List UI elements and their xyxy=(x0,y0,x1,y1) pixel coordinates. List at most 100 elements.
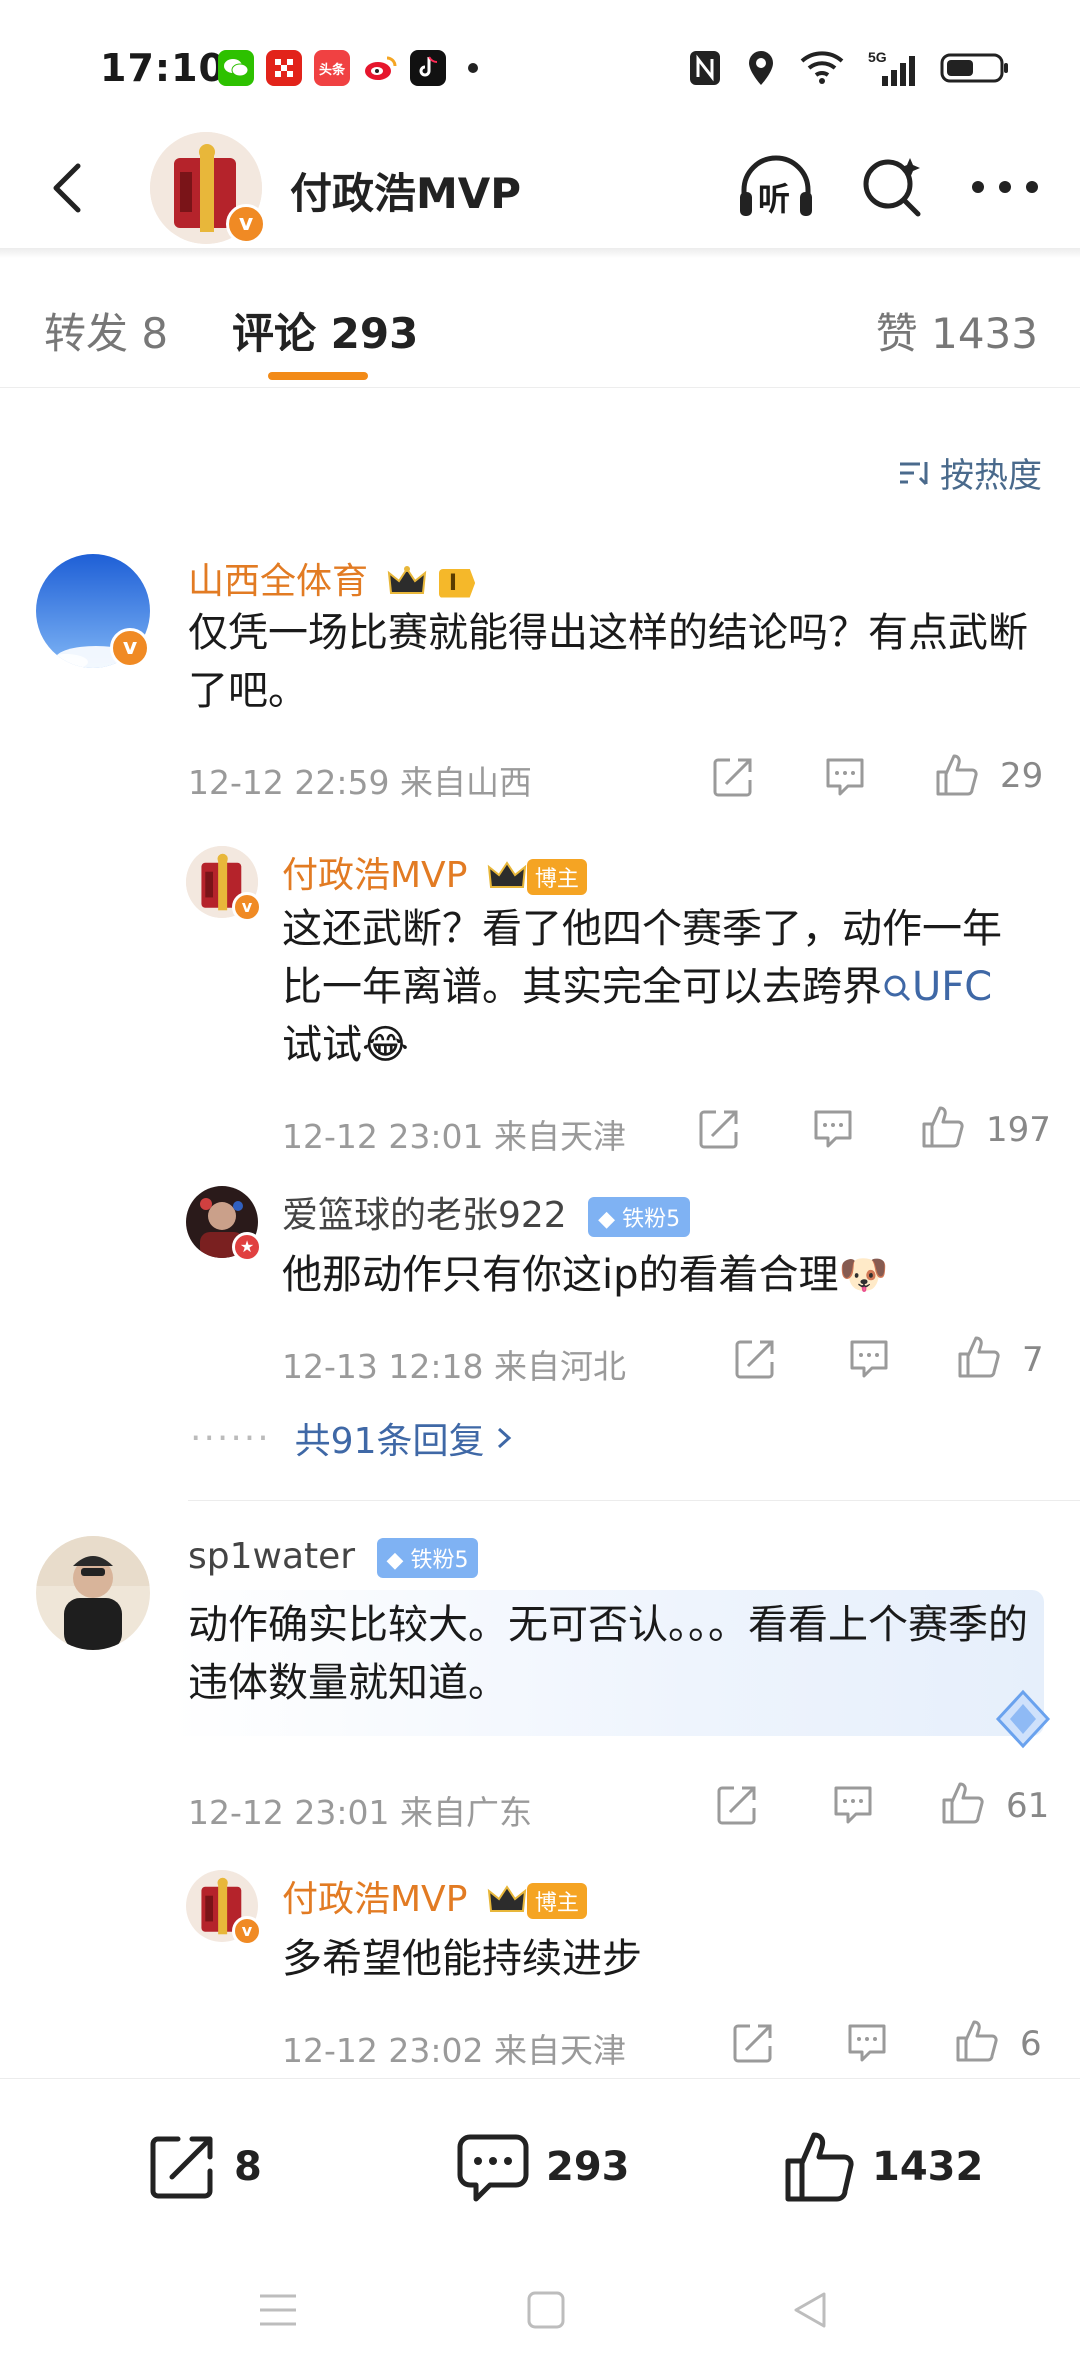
doge-emoji-icon: 🐶 xyxy=(838,1252,889,1298)
like-icon[interactable] xyxy=(954,2018,1000,2064)
level-badge: I xyxy=(438,568,476,598)
sort-label: 按热度 xyxy=(940,456,1042,496)
crown-icon xyxy=(487,1885,527,1912)
share-icon[interactable] xyxy=(732,1336,778,1382)
search-icon[interactable] xyxy=(858,152,928,222)
share-icon xyxy=(150,2136,213,2199)
weibo-icon xyxy=(362,50,398,86)
back-arrow-icon[interactable] xyxy=(38,158,98,218)
active-tab-indicator xyxy=(268,372,368,380)
share-icon[interactable] xyxy=(696,1106,742,1152)
tab-repost[interactable]: 转发 8 xyxy=(44,300,168,361)
search-icon xyxy=(884,975,911,1002)
location-icon xyxy=(749,51,773,85)
badge-icon: ★ xyxy=(232,1232,262,1262)
comment-icon[interactable] xyxy=(822,754,868,800)
more-icon[interactable] xyxy=(970,177,1040,197)
battery-icon xyxy=(940,53,1008,83)
wifi-icon xyxy=(800,51,844,84)
comment-text: 仅凭一场比赛就能得出这样的结论吗？有点武断了吧。 xyxy=(188,610,1028,714)
avatar[interactable] xyxy=(36,1536,150,1650)
more-notifications-dot xyxy=(468,63,478,73)
comment-text: 多希望他能持续进步 xyxy=(282,1936,642,1982)
share-icon[interactable] xyxy=(710,754,756,800)
like-count: 6 xyxy=(1020,2024,1042,2064)
verified-badge-icon: v xyxy=(110,628,150,668)
author-tag: 博主 xyxy=(526,859,587,895)
status-time: 17:10 xyxy=(100,46,226,90)
header-actions: 听 xyxy=(736,152,1040,222)
verified-badge-icon: v xyxy=(232,1916,262,1946)
share-icon[interactable] xyxy=(730,2020,776,2066)
like-icon[interactable] xyxy=(956,1334,1002,1380)
listen-label: 听 xyxy=(758,180,791,218)
more-replies-link[interactable]: ······ 共91条回复 xyxy=(190,1412,514,1464)
tab-comment[interactable]: 评论 293 xyxy=(232,300,418,361)
listen-button[interactable]: 听 xyxy=(736,152,816,222)
chevron-right-icon xyxy=(498,1427,512,1449)
author-tag: 博主 xyxy=(526,1883,587,1919)
like-count: 197 xyxy=(986,1110,1051,1150)
like-count: 1432 xyxy=(872,2144,984,2190)
comment-text: 动作确实比较大。无可否认。。。看看上个赛季的违体数量就知道。 xyxy=(188,1602,1028,1706)
share-button[interactable]: 8 xyxy=(144,2129,262,2205)
douyin-icon xyxy=(410,50,446,86)
like-icon xyxy=(785,2132,854,2202)
sort-icon xyxy=(900,461,928,485)
like-icon[interactable] xyxy=(940,1780,986,1826)
comment-count: 293 xyxy=(546,2144,630,2190)
more-replies-label: 共91条回复 xyxy=(294,1421,485,1462)
system-nav-bar xyxy=(0,2240,1080,2373)
menu-icon[interactable] xyxy=(258,2292,298,2328)
comment-username[interactable]: 爱篮球的老张922 ◆ 铁粉5 xyxy=(282,1186,691,1238)
comment-username[interactable]: sp1water ◆ 铁粉5 xyxy=(188,1536,479,1578)
bottom-action-bar: 8 293 1432 xyxy=(0,2078,1080,2238)
home-icon[interactable] xyxy=(526,2290,566,2330)
comment-icon[interactable] xyxy=(830,1782,876,1828)
comment-meta: 12-12 23:01 来自天津 xyxy=(282,1117,626,1156)
tab-like[interactable]: 赞 1433 xyxy=(876,300,1038,361)
fan-tag: ◆ 铁粉5 xyxy=(376,1538,479,1578)
comment-icon[interactable] xyxy=(810,1106,856,1152)
app-icon xyxy=(266,50,302,86)
comment-meta: 12-12 22:59 来自山西 xyxy=(188,763,532,802)
app-header: v 付政浩MVP 听 xyxy=(0,130,1080,250)
crown-icon xyxy=(388,566,427,594)
back-icon[interactable] xyxy=(790,2290,830,2330)
verified-badge-icon: v xyxy=(226,204,266,244)
like-count: 29 xyxy=(1000,756,1044,796)
svg-text:5G: 5G xyxy=(868,49,887,65)
comment-username[interactable]: 付政浩MVP 博主 xyxy=(282,846,587,898)
comment-meta: 12-13 12:18 来自河北 xyxy=(282,1347,626,1386)
share-icon[interactable] xyxy=(714,1782,760,1828)
verified-badge-icon: v xyxy=(232,892,262,922)
system-icons: 5G xyxy=(688,48,1010,88)
comment-username[interactable]: 山西全体育 I xyxy=(188,552,476,604)
comment-text: 这还武断？看了他四个赛季了，动作一年比一年离谱。其实完全可以去跨界 UFC 试试😂 xyxy=(282,906,1002,1068)
comment-icon[interactable] xyxy=(846,1336,892,1382)
wechat-icon xyxy=(218,50,254,86)
comment-meta: 12-12 23:02 来自天津 xyxy=(282,2031,626,2070)
diamond-icon xyxy=(995,1689,1051,1749)
comment-username[interactable]: 付政浩MVP 博主 xyxy=(282,1870,587,1922)
fan-tag: ◆ 铁粉5 xyxy=(588,1197,691,1237)
like-button[interactable]: 1432 xyxy=(782,2129,983,2205)
page-title: 付政浩MVP xyxy=(290,169,522,218)
like-count: 61 xyxy=(1006,1786,1050,1826)
toutiao-icon: 头条 xyxy=(314,50,350,86)
comment-icon[interactable] xyxy=(844,2020,890,2066)
like-icon[interactable] xyxy=(920,1104,966,1150)
laugh-emoji-icon: 😂 xyxy=(362,1022,409,1068)
topic-link[interactable]: UFC xyxy=(882,964,992,1010)
signal-5g-icon: 5G xyxy=(868,49,915,86)
like-icon[interactable] xyxy=(934,752,980,798)
comment-divider xyxy=(188,1500,1080,1501)
like-count: 7 xyxy=(1022,1340,1044,1380)
crown-icon xyxy=(487,861,527,888)
header-divider xyxy=(0,248,1080,258)
notification-icons: 头条 xyxy=(218,50,478,86)
status-bar: 17:10 头条 5G xyxy=(0,0,1080,130)
sort-button[interactable]: 按热度 xyxy=(898,448,1042,497)
comment-button[interactable]: 293 xyxy=(454,2129,630,2205)
share-count: 8 xyxy=(234,2144,262,2190)
